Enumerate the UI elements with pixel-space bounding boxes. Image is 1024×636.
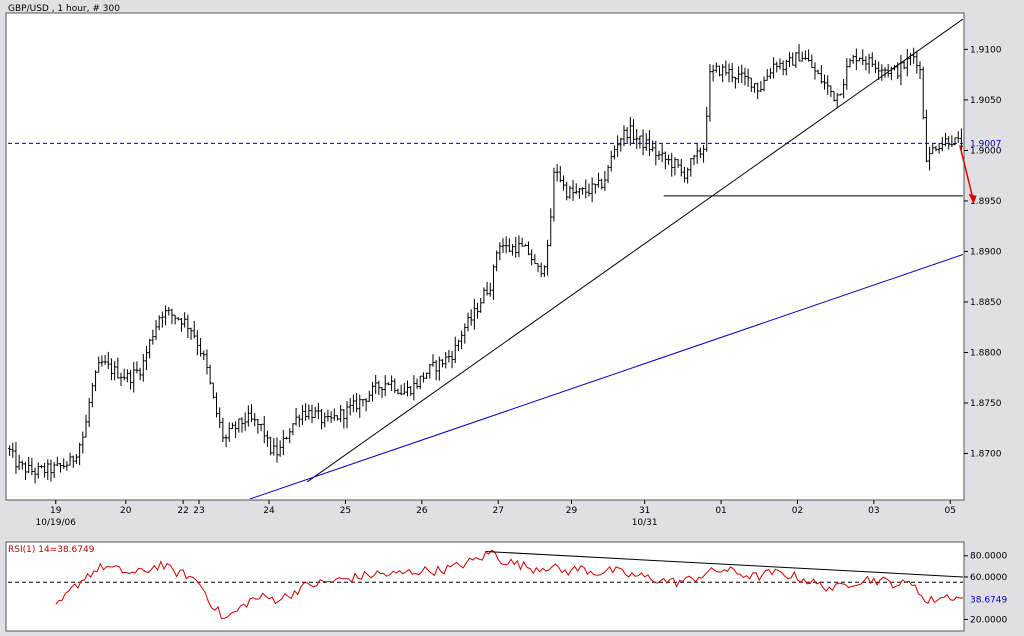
- price-tick-label: 1.8900: [970, 247, 1002, 257]
- time-tick-label: 22: [177, 506, 188, 516]
- price-panel[interactable]: [5, 12, 965, 501]
- time-tick-label: 29: [566, 506, 578, 516]
- gbpusd-chart[interactable]: GBP/USD , 1 hour, # 300 1.9100 1.9050 1.90…: [0, 0, 1024, 636]
- time-tick-label: 31: [639, 506, 650, 516]
- rsi-tick-label: 60.0000: [970, 573, 1007, 583]
- time-tick-label: 02: [792, 506, 803, 516]
- rsi-tick-label: 80.0000: [970, 552, 1007, 562]
- time-tick-label: 20: [120, 506, 132, 516]
- chart-title: GBP/USD , 1 hour, # 300: [8, 4, 120, 14]
- time-tick-label: 03: [868, 506, 879, 516]
- rsi-label: RSI(1) 14=38.6749: [8, 545, 95, 555]
- rsi-panel[interactable]: [5, 541, 965, 632]
- current-price-label: 1.9007: [970, 139, 1002, 149]
- time-tick-label: 25: [340, 506, 351, 516]
- price-tick-label: 1.8850: [970, 298, 1002, 308]
- time-tick-label: 24: [263, 506, 275, 516]
- price-tick-label: 1.8750: [970, 399, 1002, 409]
- rsi-axis: 80.0000 60.0000 20.0000 38.6749: [964, 552, 1007, 625]
- price-tick-label: 1.9050: [970, 96, 1002, 106]
- time-tick-label: 27: [493, 506, 504, 516]
- time-tick-label: 05: [945, 506, 956, 516]
- time-axis: 19 20 22 23 24 25 26 27 29 31 01 02 03 05 10/19/06 10/3…: [36, 500, 956, 528]
- price-tick-label: 1.8800: [970, 348, 1002, 358]
- time-tick-label: 01: [715, 506, 726, 516]
- price-axis: 1.91001.90501.90001.89501.89001.88501.88…: [964, 45, 1002, 460]
- time-sublabel: 10/31: [632, 518, 658, 528]
- chart-window: GBP/USD , 1 hour, # 300 1.9100 1.9050 1.90…: [0, 0, 1024, 636]
- price-tick-label: 1.8700: [970, 450, 1002, 460]
- time-tick-label: 23: [193, 506, 204, 516]
- price-tick-label: 1.9100: [970, 45, 1002, 55]
- time-tick-label: 19: [50, 506, 62, 516]
- rsi-current-label: 38.6749: [970, 596, 1007, 606]
- time-sublabel: 10/19/06: [36, 518, 77, 528]
- time-tick-label: 26: [416, 506, 428, 516]
- rsi-tick-label: 20.0000: [970, 615, 1007, 625]
